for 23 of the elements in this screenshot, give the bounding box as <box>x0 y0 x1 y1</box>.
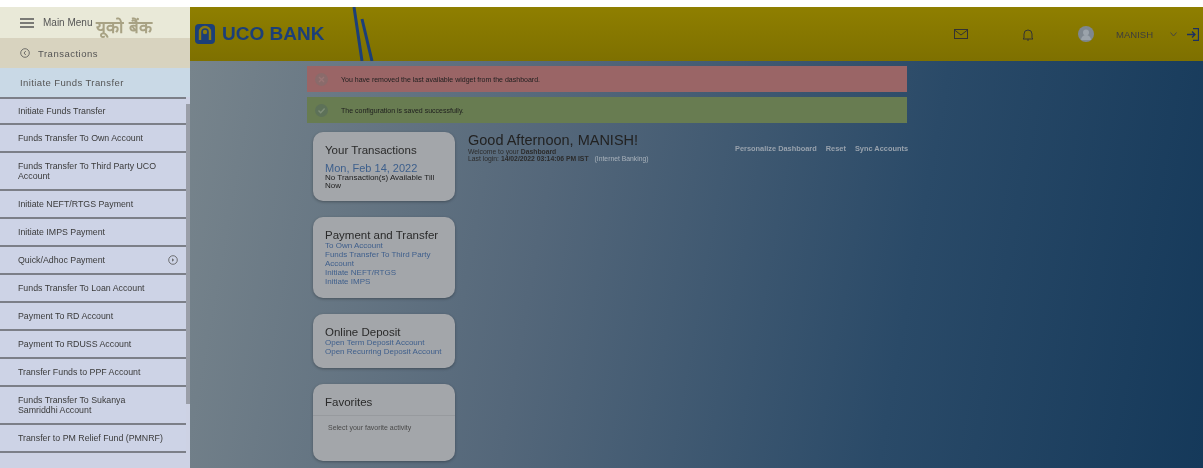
transaction-note: No Transaction(s) Available Till Now <box>325 174 436 191</box>
back-button[interactable]: Transactions <box>0 38 190 68</box>
logo-hindi-text: यूको बैंक <box>96 16 152 38</box>
bank-logo-icon <box>194 23 216 45</box>
card-title: Online Deposit <box>325 325 402 338</box>
avatar-icon[interactable] <box>1078 26 1095 42</box>
expand-icon[interactable] <box>168 255 178 265</box>
logo-text: UCO BANK <box>222 23 325 45</box>
card-title: Payment and Transfer <box>325 228 440 241</box>
sidebar-item[interactable]: Initiate Funds Transfer <box>0 97 186 125</box>
section-heading: Initiate Funds Transfer <box>0 68 190 97</box>
chevron-down-icon[interactable] <box>1170 31 1177 37</box>
check-icon <box>315 103 328 117</box>
notification-bell-icon[interactable] <box>1022 27 1035 41</box>
logout-icon[interactable] <box>1187 27 1199 41</box>
transaction-date: Mon, Feb 14, 2022 <box>325 162 419 174</box>
back-arrow-icon[interactable] <box>20 48 30 58</box>
card-title: Your Transactions <box>325 144 418 156</box>
mail-icon[interactable] <box>954 29 969 39</box>
greeting-title: Good Afternoon, MANISH! <box>468 132 640 148</box>
main-menu-label[interactable]: Main Menu <box>43 17 93 28</box>
card-title: Favorites <box>313 395 455 416</box>
menu-icon[interactable] <box>20 17 34 28</box>
